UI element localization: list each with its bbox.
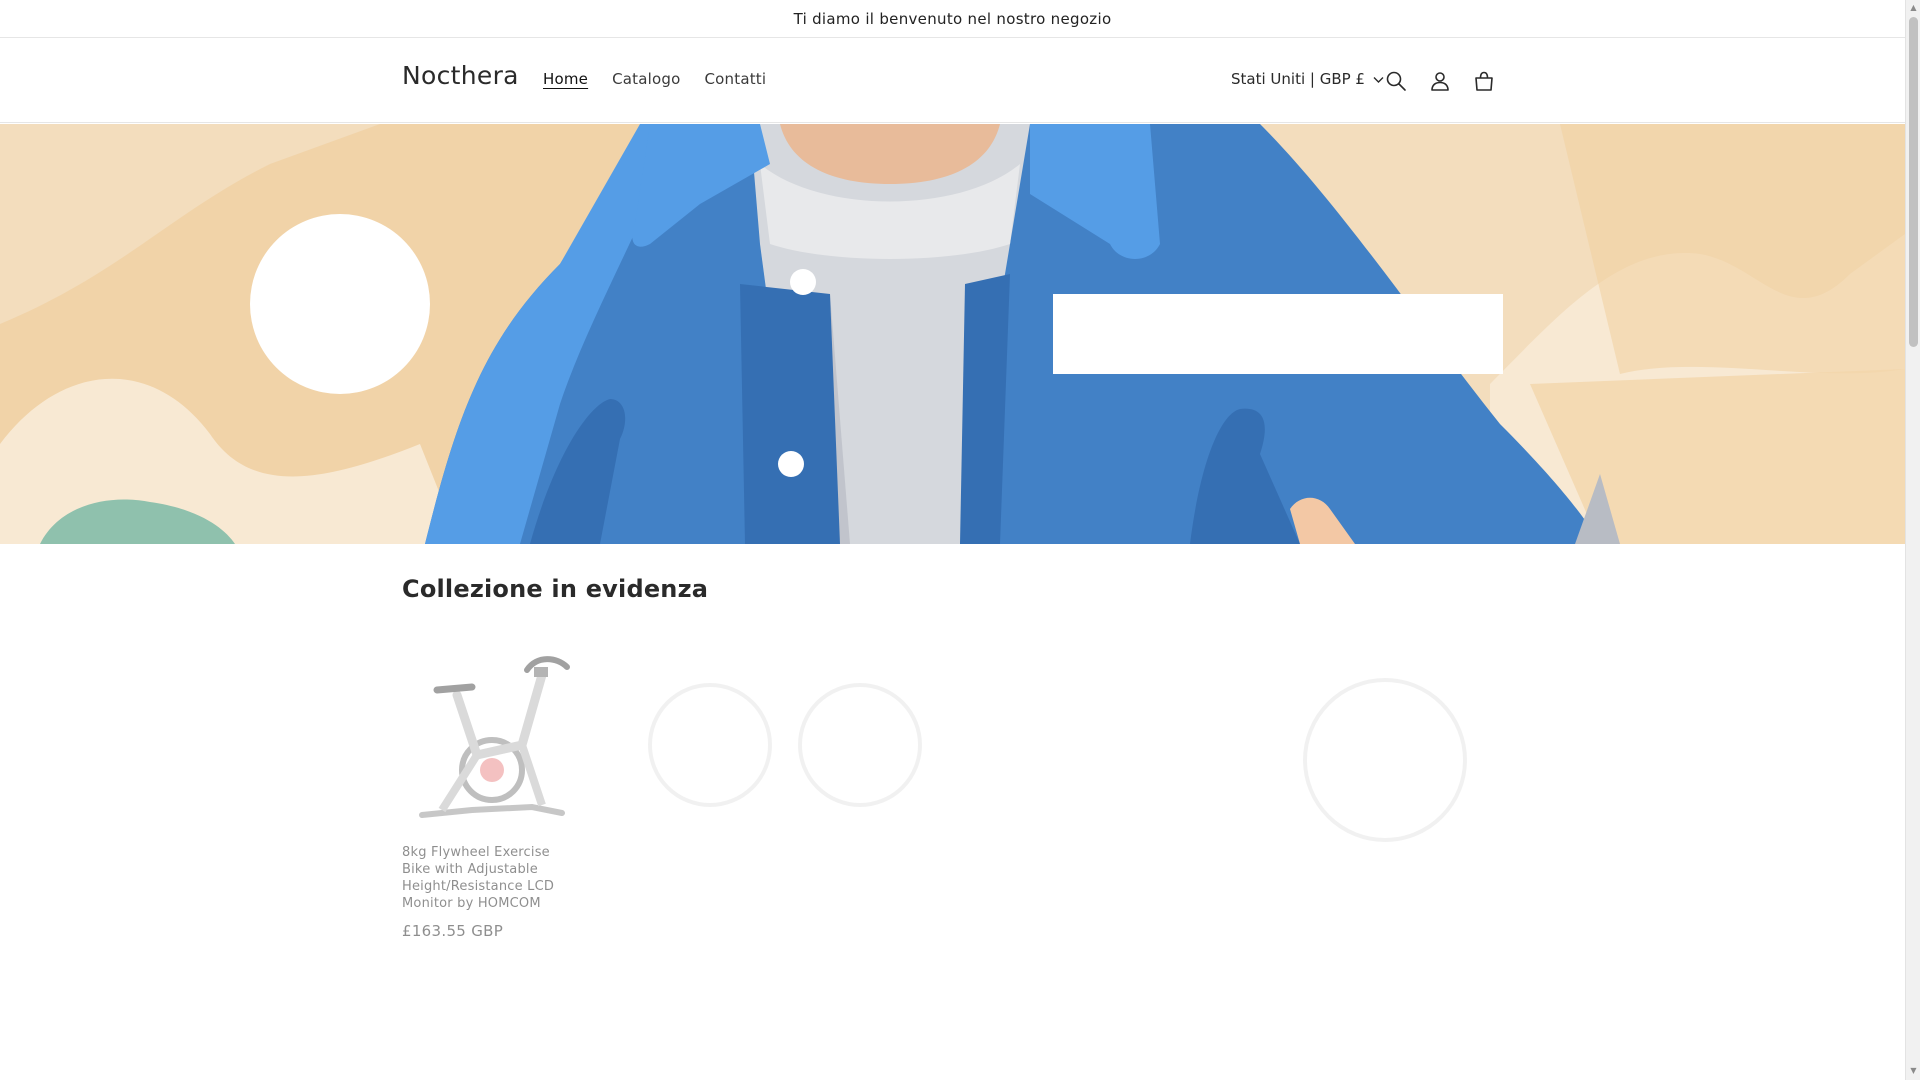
scroll-thumb[interactable] [1909, 17, 1918, 347]
exercise-bike-icon [419, 656, 570, 818]
announcement-bar: Ti diamo il benvenuto nel nostro negozio [0, 0, 1905, 38]
page: Ti diamo il benvenuto nel nostro negozio… [0, 0, 1905, 1080]
nav-home[interactable]: Home [531, 70, 600, 88]
main-nav: Home Catalogo Contatti [531, 70, 778, 88]
country-selector-label: Stati Uniti | GBP £ [1231, 70, 1365, 88]
country-selector[interactable]: Stati Uniti | GBP £ [1231, 70, 1384, 88]
cart-icon[interactable] [1468, 65, 1500, 97]
product-image-placeholder [1303, 678, 1467, 842]
hero-text-box [1053, 294, 1503, 374]
announcement-text: Ti diamo il benvenuto nel nostro negozio [793, 9, 1112, 28]
product-image[interactable] [402, 645, 572, 830]
account-icon[interactable] [1424, 65, 1456, 97]
scroll-up-icon[interactable]: ▲ [1909, 3, 1918, 13]
store-logo[interactable]: Nocthera [402, 61, 519, 90]
site-header: Nocthera Home Catalogo Contatti Stati Un… [0, 39, 1905, 123]
product-card[interactable]: 8kg Flywheel Exercise Bike with Adjustab… [402, 645, 572, 940]
scroll-down-icon[interactable]: ▼ [1909, 1066, 1918, 1076]
nav-contact[interactable]: Contatti [693, 70, 779, 88]
collection-title: Collezione in evidenza [402, 575, 709, 603]
page-scrollbar[interactable]: ▲ ▼ [1905, 0, 1920, 1080]
product-title[interactable]: 8kg Flywheel Exercise Bike with Adjustab… [402, 844, 572, 912]
nav-catalog[interactable]: Catalogo [600, 70, 692, 88]
hero-illustration [0, 124, 1905, 544]
search-icon[interactable] [1380, 65, 1412, 97]
product-price: £163.55 GBP [402, 922, 504, 940]
hero-banner [0, 124, 1905, 544]
product-image-placeholder [648, 683, 922, 807]
